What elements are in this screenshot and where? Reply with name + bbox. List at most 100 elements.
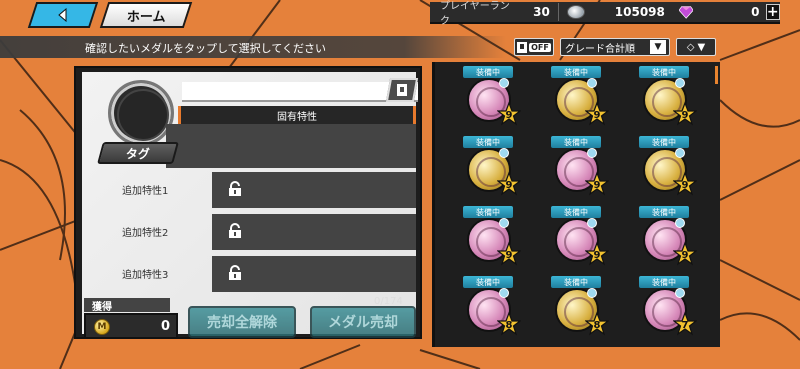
selected-medal-slot xyxy=(108,80,174,146)
coin-value: 105098 xyxy=(614,5,665,19)
medal-card[interactable]: 装備中 9 xyxy=(453,66,527,130)
equipped-badge: 装備中 xyxy=(551,276,601,288)
acquisition-box: M 0 xyxy=(84,313,178,339)
attribute-icon xyxy=(587,288,597,298)
extra-trait-label: 追加特性1 xyxy=(122,186,169,197)
sort-dropdown-label: グレード合計順 xyxy=(565,43,635,55)
attribute-icon xyxy=(499,218,509,228)
medal-card[interactable]: 装備中 7 xyxy=(629,276,703,340)
tag-label: タグ xyxy=(97,142,179,164)
equipped-badge: 装備中 xyxy=(551,206,601,218)
star-grade-icon: 9 xyxy=(673,172,697,196)
sort-order-button[interactable]: ◇ ▼ xyxy=(676,38,716,56)
back-arrow-icon xyxy=(58,8,67,22)
sort-diamond-icon: ◇ xyxy=(686,41,695,53)
star-grade-icon: 8 xyxy=(585,312,609,336)
medal-grade-value: 9 xyxy=(593,249,601,261)
medal-grid[interactable]: 装備中 9 装備中 9 装備中 9 装備中 9 装備中 9 装備中 9 装備中 9 装備中 9 装備中 9 装備中 8… xyxy=(432,62,720,347)
lock-icon xyxy=(229,181,241,196)
equipped-badge: 装備中 xyxy=(639,66,689,78)
status-bar: プレイヤーランク 30 105098 0 + xyxy=(430,1,780,27)
grid-scrollbar[interactable] xyxy=(715,66,718,84)
star-grade-icon: 9 xyxy=(673,242,697,266)
star-grade-icon: 9 xyxy=(585,102,609,126)
sort-dropdown[interactable]: グレード合計順 ▼ xyxy=(560,38,670,56)
extra-trait-label: 追加特性3 xyxy=(122,270,169,281)
bookmark-icon xyxy=(397,84,407,96)
extra-trait-row-1: 追加特性1 xyxy=(92,172,416,208)
equipped-badge: 装備中 xyxy=(639,136,689,148)
equipped-badge: 装備中 xyxy=(463,136,513,148)
medal-card[interactable]: 装備中 9 xyxy=(541,206,615,270)
lock-icon xyxy=(229,265,241,280)
star-grade-icon: 7 xyxy=(673,312,697,336)
medal-grade-value: 9 xyxy=(681,109,689,121)
bookmark-filter-toggle[interactable]: OFF xyxy=(514,38,554,56)
attribute-icon xyxy=(675,218,685,228)
chevron-down-icon: ▼ xyxy=(650,40,666,54)
home-button[interactable]: ホーム xyxy=(99,2,193,28)
extra-trait-row-2: 追加特性2 xyxy=(92,214,416,250)
attribute-icon xyxy=(675,288,685,298)
medal-card[interactable]: 装備中 9 xyxy=(629,136,703,200)
equipped-badge: 装備中 xyxy=(639,276,689,288)
unique-trait-body xyxy=(166,124,416,168)
attribute-icon xyxy=(675,78,685,88)
medal-grade-value: 7 xyxy=(681,319,689,331)
equipped-badge: 装備中 xyxy=(639,206,689,218)
acquisition-value: 0 xyxy=(160,319,170,334)
attribute-icon xyxy=(587,78,597,88)
attribute-icon xyxy=(499,78,509,88)
star-grade-icon: 9 xyxy=(673,102,697,126)
back-button[interactable] xyxy=(27,2,99,28)
medal-card[interactable]: 装備中 8 xyxy=(541,276,615,340)
medal-card[interactable]: 装備中 8 xyxy=(453,276,527,340)
extra-trait-label: 追加特性2 xyxy=(122,228,169,239)
extra-trait-slot xyxy=(212,256,416,292)
star-grade-icon: 9 xyxy=(585,172,609,196)
equipped-badge: 装備中 xyxy=(551,136,601,148)
star-grade-icon: 9 xyxy=(497,242,521,266)
star-grade-icon: 9 xyxy=(585,242,609,266)
equipped-badge: 装備中 xyxy=(463,276,513,288)
medal-card[interactable]: 装備中 9 xyxy=(541,66,615,130)
medal-grade-value: 9 xyxy=(681,179,689,191)
extra-trait-slot xyxy=(212,172,416,208)
medal-card[interactable]: 装備中 9 xyxy=(453,136,527,200)
attribute-icon xyxy=(499,148,509,158)
add-gems-button[interactable]: + xyxy=(765,4,780,20)
status-divider xyxy=(557,3,559,21)
coin-icon xyxy=(566,5,585,19)
medal-card[interactable]: 装備中 9 xyxy=(541,136,615,200)
bookmark-icon xyxy=(517,41,528,53)
medal-grade-value: 9 xyxy=(505,179,513,191)
medal-card[interactable]: 装備中 9 xyxy=(629,66,703,130)
medal-grade-value: 9 xyxy=(681,249,689,261)
tag-label-text: タグ xyxy=(125,146,150,161)
medal-grade-value: 9 xyxy=(593,179,601,191)
arrow-down-icon: ▼ xyxy=(697,41,706,53)
gem-value: 0 xyxy=(751,5,760,19)
release-all-button[interactable]: 売却全解除 xyxy=(188,306,296,338)
medal-grade-value: 9 xyxy=(505,109,513,121)
acquisition-label: 獲得 xyxy=(84,298,170,313)
medal-grade-value: 8 xyxy=(505,319,513,331)
sell-medals-button[interactable]: メダル売却 xyxy=(310,306,416,338)
player-rank-value: 30 xyxy=(533,5,550,19)
attribute-icon xyxy=(499,288,509,298)
bookmark-filter-state: OFF xyxy=(529,42,551,52)
star-grade-icon: 9 xyxy=(497,102,521,126)
medal-detail-card: 固有特性 タグ 追加特性1 追加特性2 追加特性3 xyxy=(82,72,419,334)
bookmark-button[interactable] xyxy=(385,78,419,102)
medal-name-bar xyxy=(182,82,418,102)
instruction-banner: 確認したいメダルをタップして選択してください xyxy=(0,36,506,58)
extra-trait-slot xyxy=(212,214,416,250)
gem-icon xyxy=(678,6,694,19)
medal-grade-value: 9 xyxy=(593,109,601,121)
attribute-icon xyxy=(587,218,597,228)
medal-card[interactable]: 装備中 9 xyxy=(453,206,527,270)
star-grade-icon: 8 xyxy=(497,312,521,336)
medal-card[interactable]: 装備中 9 xyxy=(629,206,703,270)
attribute-icon xyxy=(587,148,597,158)
unique-trait-header: 固有特性 xyxy=(178,106,416,124)
